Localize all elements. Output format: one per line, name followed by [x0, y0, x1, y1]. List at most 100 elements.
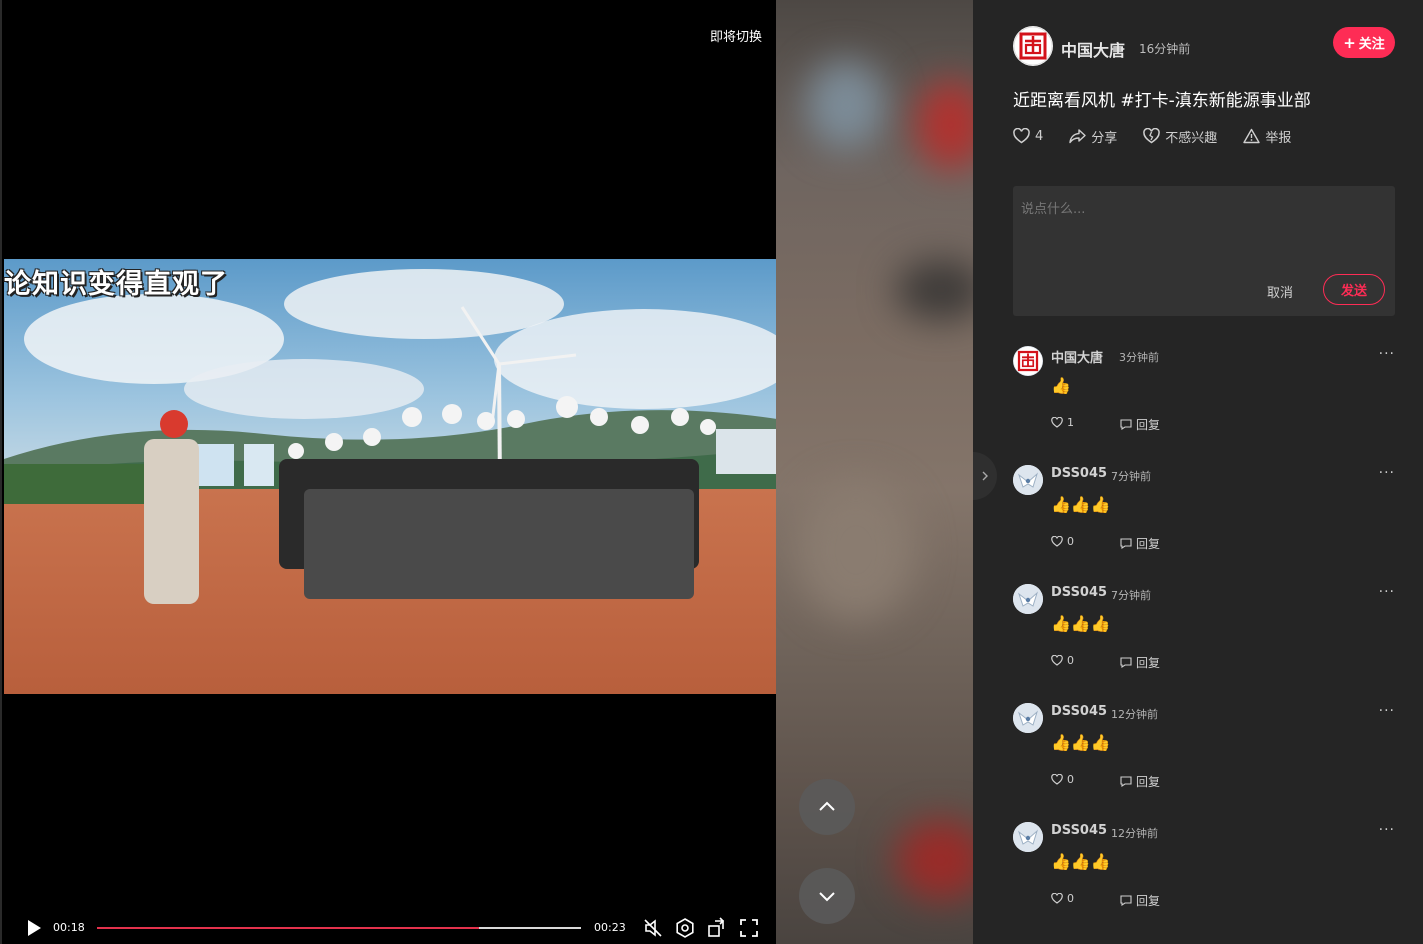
play-button[interactable]: [24, 918, 44, 938]
heart-icon: [1051, 893, 1063, 904]
comment-text: 👍👍👍: [1051, 852, 1111, 871]
commenter-name[interactable]: 中国大唐: [1051, 347, 1103, 366]
comment-reply-button[interactable]: 回复: [1120, 535, 1160, 552]
follow-button[interactable]: + 关注: [1333, 27, 1395, 58]
video-scene: [4, 259, 777, 694]
commenter-avatar[interactable]: [1013, 346, 1043, 376]
comment-reply-label: 回复: [1136, 656, 1161, 670]
commenter-name[interactable]: DSS045: [1051, 466, 1107, 481]
comment-like-count: 0: [1067, 773, 1074, 786]
comment-reply-button[interactable]: 回复: [1120, 773, 1160, 790]
mute-button[interactable]: [642, 917, 664, 939]
heart-icon: [1051, 417, 1063, 428]
more-options-button[interactable]: ···: [1379, 465, 1395, 481]
user-avatar-icon: [1013, 584, 1043, 614]
commenter-avatar[interactable]: [1013, 822, 1043, 852]
comment-list: 中国大唐 3分钟前 ··· 👍 1 回复 DSS045 7分钟前 ··· 👍👍👍 0 回复 DSS045…: [1013, 344, 1395, 939]
comment-time: 3分钟前: [1119, 351, 1159, 364]
comment-item: DSS045 7分钟前 ··· 👍👍👍 0 回复: [1013, 463, 1395, 582]
commenter-avatar[interactable]: [1013, 703, 1043, 733]
reply-icon: [1120, 538, 1132, 549]
video-player[interactable]: 即将切换 论知识变得直观了 00:18 00:23: [0, 0, 777, 944]
cancel-button[interactable]: 取消: [1267, 282, 1293, 301]
more-options-button[interactable]: ···: [1379, 346, 1395, 362]
post-actions: 4 分享 不感兴趣 举报: [1013, 126, 1317, 146]
progress-bar[interactable]: [97, 927, 581, 929]
report-button[interactable]: 举报: [1243, 126, 1291, 146]
current-time: 00:18: [53, 921, 85, 934]
comment-text: 👍👍👍: [1051, 733, 1111, 752]
follow-label: 关注: [1358, 37, 1385, 52]
reply-icon: [1120, 419, 1132, 430]
heart-icon: [1013, 128, 1030, 144]
play-icon: [28, 920, 41, 936]
comment-like-button[interactable]: 0: [1051, 892, 1074, 905]
comment-like-button[interactable]: 0: [1051, 773, 1074, 786]
volume-muted-icon: [644, 919, 662, 937]
fullscreen-button[interactable]: [738, 917, 760, 939]
commenter-avatar[interactable]: [1013, 584, 1043, 614]
video-caption: 论知识变得直观了: [4, 269, 228, 300]
comment-like-button[interactable]: 1: [1051, 416, 1074, 429]
author-name[interactable]: 中国大唐: [1061, 37, 1125, 61]
comment-time: 12分钟前: [1111, 827, 1158, 840]
previous-video-button[interactable]: [799, 779, 855, 835]
like-button[interactable]: 4: [1013, 126, 1043, 146]
datang-logo-icon: [1013, 26, 1053, 66]
comment-reply-button[interactable]: 回复: [1120, 892, 1160, 909]
send-button[interactable]: 发送: [1323, 274, 1385, 305]
like-count: 4: [1035, 128, 1044, 144]
broken-heart-icon: [1143, 128, 1161, 144]
comment-text: 👍👍👍: [1051, 614, 1111, 633]
reply-icon: [1120, 776, 1132, 787]
rotate-icon: [708, 917, 725, 937]
gear-icon: [676, 918, 694, 938]
more-options-button[interactable]: ···: [1379, 584, 1395, 600]
preview-blur: [916, 80, 973, 170]
more-options-button[interactable]: ···: [1379, 703, 1395, 719]
progress-fill: [97, 927, 480, 929]
comment-like-count: 0: [1067, 892, 1074, 905]
comment-like-button[interactable]: 0: [1051, 654, 1074, 667]
comment-item: DSS045 12分钟前 ··· 👍👍👍 0 回复: [1013, 820, 1395, 939]
post-title: 近距离看风机 #打卡-滇东新能源事业部: [1013, 91, 1311, 111]
comment-reply-button[interactable]: 回复: [1120, 654, 1160, 671]
more-icon: ···: [1378, 822, 1395, 838]
heart-icon: [1051, 536, 1063, 547]
commenter-avatar[interactable]: [1013, 465, 1043, 495]
preview-blur: [896, 260, 973, 320]
chevron-right-icon: [982, 471, 988, 481]
author-avatar[interactable]: [1013, 26, 1053, 66]
more-icon: ···: [1378, 465, 1395, 481]
total-time: 00:23: [594, 921, 626, 934]
comment-reply-button[interactable]: 回复: [1120, 416, 1160, 433]
comment-input[interactable]: [1013, 186, 1395, 266]
comment-like-count: 0: [1067, 535, 1074, 548]
comment-like-button[interactable]: 0: [1051, 535, 1074, 548]
comment-reply-label: 回复: [1136, 775, 1161, 789]
comment-like-count: 1: [1067, 416, 1074, 429]
rotate-button[interactable]: [706, 917, 728, 939]
heart-icon: [1051, 655, 1063, 666]
comment-reply-label: 回复: [1136, 894, 1161, 908]
settings-button[interactable]: [674, 917, 696, 939]
post-time: 16分钟前: [1139, 42, 1191, 56]
comment-text: 👍: [1051, 376, 1071, 395]
comment-item: DSS045 7分钟前 ··· 👍👍👍 0 回复: [1013, 582, 1395, 701]
commenter-name[interactable]: DSS045: [1051, 704, 1107, 719]
commenter-name[interactable]: DSS045: [1051, 585, 1107, 600]
not-interested-button[interactable]: 不感兴趣: [1143, 126, 1217, 146]
next-video-button[interactable]: [799, 868, 855, 924]
heart-icon: [1051, 774, 1063, 785]
comment-item: DSS045 12分钟前 ··· 👍👍👍 0 回复: [1013, 701, 1395, 820]
chevron-down-icon: [819, 892, 835, 902]
more-options-button[interactable]: ···: [1379, 822, 1395, 838]
comment-reply-label: 回复: [1136, 418, 1161, 432]
share-icon: [1069, 129, 1086, 144]
video-frame[interactable]: [4, 259, 777, 694]
user-avatar-icon: [1013, 822, 1043, 852]
plus-icon: +: [1343, 33, 1356, 52]
chevron-up-icon: [819, 801, 835, 811]
commenter-name[interactable]: DSS045: [1051, 823, 1107, 838]
share-button[interactable]: 分享: [1069, 126, 1117, 146]
